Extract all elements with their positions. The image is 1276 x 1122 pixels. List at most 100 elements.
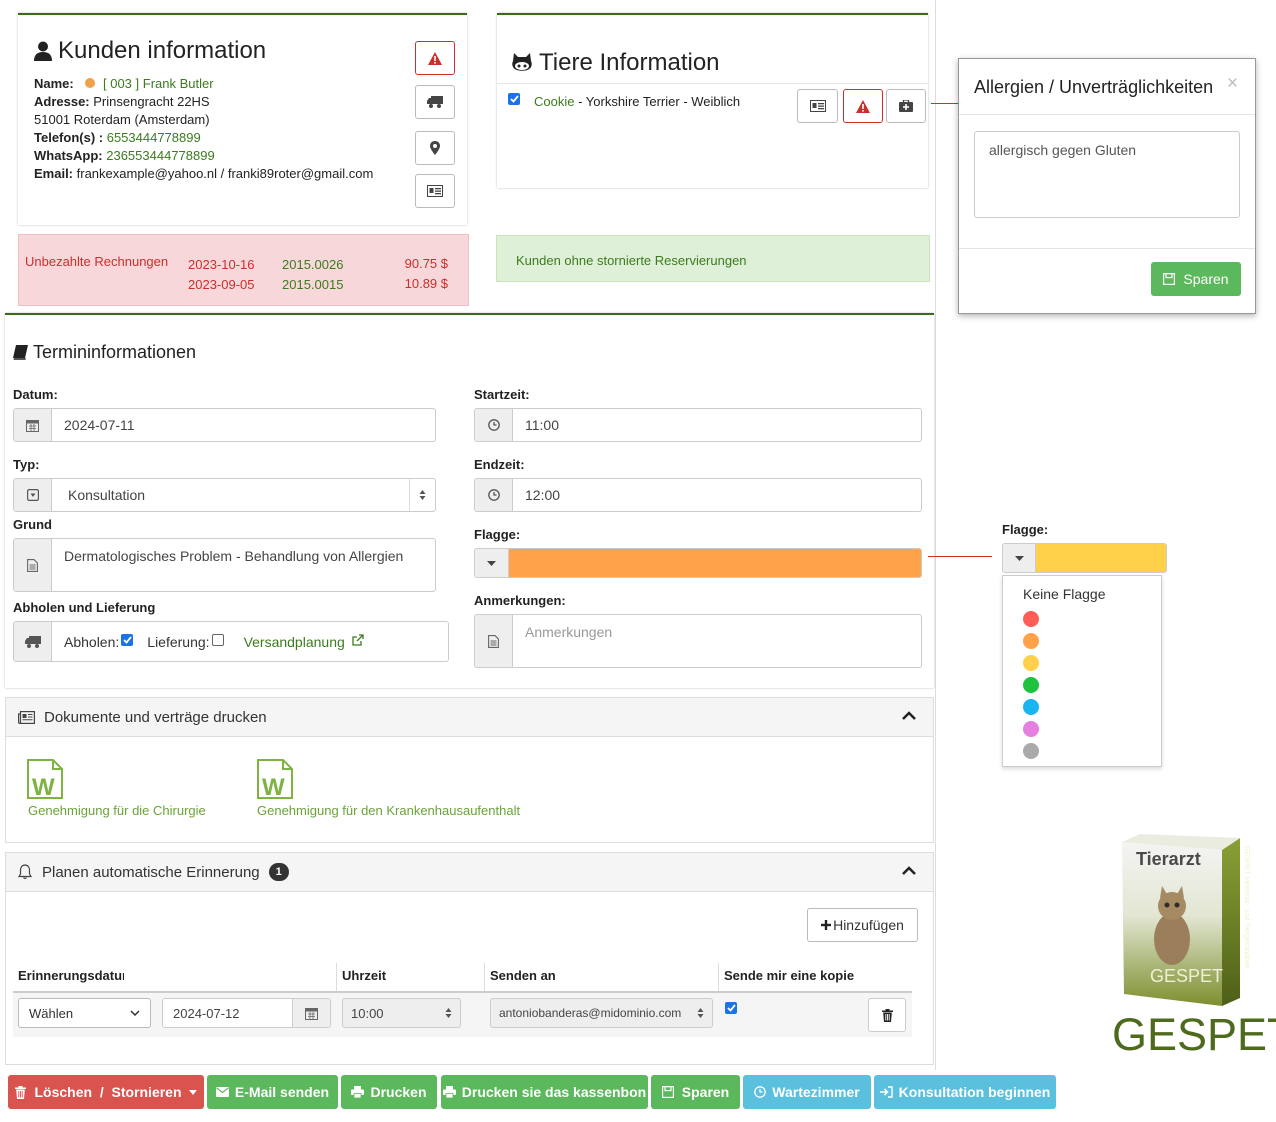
product-box-image: Tierarzt GESPET GESPET Veterinär- und Ti… <box>1122 834 1252 1009</box>
name-label: Name: <box>34 76 74 91</box>
unpaid-invoices-box: Unbezahlte Rechnungen 2023-10-16 2023-09… <box>18 234 469 306</box>
calendar-icon[interactable] <box>292 999 330 1027</box>
plus-icon <box>821 920 832 930</box>
print-icon <box>442 1086 456 1098</box>
reason-textarea[interactable]: Dermatologisches Problem - Behandlung vo… <box>13 538 436 592</box>
address-line2: 51001 Roterdam (Amsterdam) <box>34 112 210 127</box>
delete-cancel-button[interactable]: Löschen / Stornieren <box>8 1075 204 1109</box>
reservations-notice-text: Kunden ohne stornierte Reservierungen <box>516 253 747 268</box>
appointment-title-text: Termininformationen <box>33 342 197 362</box>
customer-panel: Kunden information Name: [ 003 ] Frank B… <box>18 13 467 225</box>
chevron-up-icon[interactable] <box>902 711 916 721</box>
flag-color-option[interactable] <box>1023 633 1039 649</box>
svg-text:W: W <box>32 774 55 799</box>
whatsapp-link[interactable]: 236553444778899 <box>106 148 214 163</box>
type-select[interactable]: Konsultation <box>13 478 436 512</box>
flag-color-option[interactable] <box>1023 611 1039 627</box>
flag-option-none[interactable]: Keine Flagge <box>1023 586 1106 602</box>
pet-name-link[interactable]: Cookie <box>534 94 574 109</box>
start-time-value: 11:00 <box>525 417 559 433</box>
caret-down-icon <box>475 549 509 577</box>
allergy-modal-title: Allergien / Unverträglichkeiten <box>974 77 1214 97</box>
save-button[interactable]: Sparen <box>651 1075 740 1109</box>
flag-color-swatch <box>509 549 921 577</box>
copy-checkbox[interactable] <box>725 1002 737 1014</box>
github-icon <box>511 53 533 73</box>
flag-dropdown-select[interactable] <box>1002 543 1167 573</box>
pet-checkbox[interactable] <box>508 93 520 105</box>
delivery-button[interactable] <box>415 85 455 119</box>
divider <box>959 248 1255 249</box>
flag-color-option[interactable] <box>1023 655 1039 671</box>
external-link-icon[interactable] <box>352 633 364 646</box>
documents-header[interactable]: Dokumente und verträge drucken <box>5 697 934 737</box>
id-card-icon <box>809 100 826 112</box>
add-reminder-button[interactable]: Hinzufügen <box>807 908 918 942</box>
pickup-delivery-label: Abholen und Lieferung <box>13 600 156 615</box>
shipping-planning-link[interactable]: Versandplanung <box>244 634 345 650</box>
date-input[interactable]: 2024-07-11 <box>13 408 436 442</box>
reminder-type-select[interactable]: Wählen <box>18 998 151 1028</box>
chevron-up-icon[interactable] <box>902 866 916 876</box>
flag-select[interactable] <box>474 548 922 578</box>
reminder-email-select[interactable]: antoniobanderas@midominio.com <box>490 998 713 1028</box>
column-header-send-to: Senden an <box>490 968 556 983</box>
print-button[interactable]: Drucken <box>341 1075 437 1109</box>
documents-title: Dokumente und verträge drucken <box>44 708 267 726</box>
sign-in-icon <box>879 1086 893 1098</box>
pet-card-button[interactable] <box>797 89 838 123</box>
delete-reminder-button[interactable] <box>868 998 906 1032</box>
word-document-icon[interactable]: W <box>257 759 293 799</box>
flag-color-option[interactable] <box>1023 743 1039 759</box>
flag-dropdown-menu: Keine Flagge <box>1002 575 1162 767</box>
waiting-room-button[interactable]: Wartezimmer <box>743 1075 871 1109</box>
pickup-checkbox[interactable] <box>121 633 134 646</box>
product-box-side-brand: GESPET <box>1243 846 1250 875</box>
start-consultation-button[interactable]: Konsultation beginnen <box>874 1075 1056 1109</box>
invoice-number-link[interactable]: 2015.0026 <box>282 255 343 275</box>
select-arrows-icon <box>697 1007 704 1019</box>
close-icon[interactable]: × <box>1227 73 1238 95</box>
address-line1: Prinsengracht 22HS <box>93 94 210 109</box>
reminder-email-value: antoniobanderas@midominio.com <box>499 1006 682 1020</box>
phone-link[interactable]: 6553444778899 <box>107 130 201 145</box>
invoice-dates: 2023-10-16 2023-09-05 <box>188 255 255 295</box>
reminder-date-input[interactable]: 2024-07-12 <box>162 998 331 1028</box>
allergy-save-button[interactable]: Sparen <box>1151 262 1241 296</box>
delivery-checkbox[interactable] <box>211 633 224 646</box>
end-time-input[interactable]: 12:00 <box>474 478 922 512</box>
allergy-textarea[interactable]: allergisch gegen Gluten <box>974 131 1240 218</box>
notes-textarea[interactable]: Anmerkungen <box>474 614 922 668</box>
send-email-button[interactable]: E-Mail senden <box>207 1075 338 1109</box>
word-document-icon[interactable]: W <box>27 759 63 799</box>
customer-details: Name: [ 003 ] Frank Butler Adresse: Prin… <box>34 75 373 183</box>
delivery-label: Lieferung: <box>147 633 210 650</box>
reminder-time-select[interactable]: 10:00 <box>342 998 461 1028</box>
start-consultation-label: Konsultation beginnen <box>898 1084 1051 1100</box>
pet-medical-button[interactable] <box>886 89 926 123</box>
location-button[interactable] <box>415 131 455 165</box>
document-link-surgery[interactable]: Genehmigung für die Chirurgie <box>28 803 206 818</box>
print-label: Drucken <box>370 1084 427 1100</box>
flag-color-option[interactable] <box>1023 721 1039 737</box>
pet-allergy-button[interactable] <box>843 89 883 123</box>
chevron-down-icon <box>130 1010 140 1016</box>
start-time-input[interactable]: 11:00 <box>474 408 922 442</box>
medkit-icon <box>899 100 913 112</box>
flag-color-option[interactable] <box>1023 699 1039 715</box>
flag-label: Flagge: <box>474 527 521 542</box>
caret-square-down-icon <box>26 489 39 501</box>
animals-title: Tiere Information <box>511 49 720 77</box>
divider <box>959 114 1255 115</box>
document-link-hospital[interactable]: Genehmigung für den Krankenhausaufenthal… <box>257 803 520 818</box>
print-receipt-button[interactable]: Drucken sie das kassenbon <box>441 1075 648 1109</box>
reminders-header[interactable]: Planen automatische Erinnerung 1 <box>5 852 934 892</box>
alert-button[interactable] <box>415 41 455 75</box>
flag-color-option[interactable] <box>1023 677 1039 693</box>
product-box-side: GESPET Veterinär- und Tiergesundheit <box>1242 846 1250 996</box>
invoice-number-link[interactable]: 2015.0015 <box>282 275 343 295</box>
customer-title-text: Kunden information <box>58 37 267 64</box>
customer-name-link[interactable]: [ 003 ] Frank Butler <box>103 76 214 91</box>
id-card-button[interactable] <box>415 174 455 208</box>
waiting-room-label: Wartezimmer <box>772 1084 860 1100</box>
